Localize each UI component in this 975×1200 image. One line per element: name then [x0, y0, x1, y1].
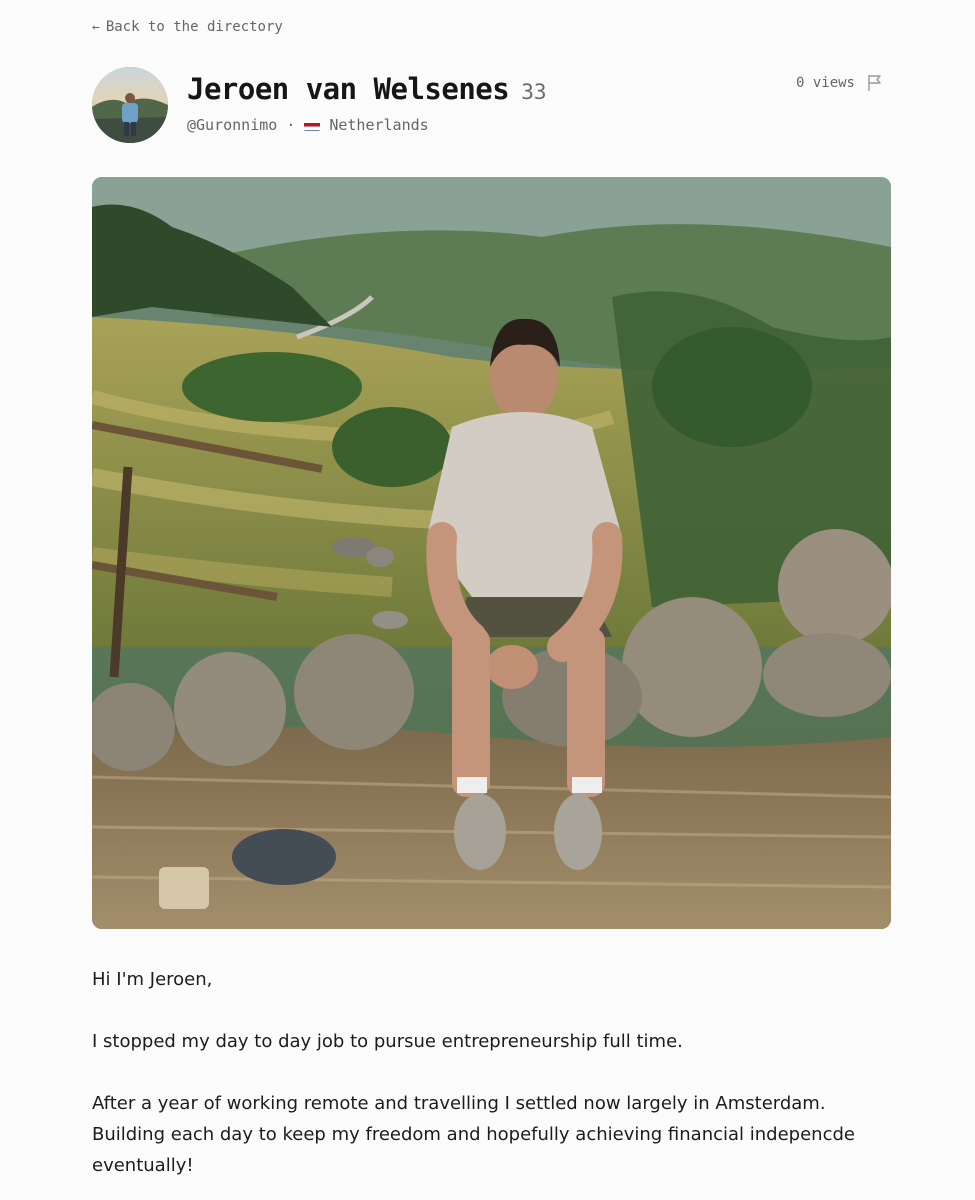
profile-handle: @Guronnimo	[187, 116, 278, 134]
profile-photo-image	[92, 177, 891, 929]
profile-country: Netherlands	[329, 116, 429, 134]
avatar-image	[92, 67, 168, 143]
arrow-left-icon: ←	[92, 19, 100, 35]
flag-icon[interactable]	[867, 74, 883, 92]
profile-header: Jeroen van Welsenes 33	[187, 72, 547, 106]
views-area: 0 views	[796, 74, 883, 92]
back-link-label: Back to the directory	[105, 19, 283, 35]
meta-separator: ·	[286, 116, 296, 134]
profile-name: Jeroen van Welsenes	[187, 72, 510, 106]
bio-paragraph: Hi I'm Jeroen,	[92, 969, 213, 990]
bio-paragraph: I stopped my day to day job to pursue en…	[92, 1031, 683, 1052]
profile-photo	[92, 177, 891, 929]
views-count: 0 views	[795, 75, 855, 91]
bio-section: Hi I'm Jeroen, I stopped my day to day j…	[92, 964, 892, 1200]
profile-age: 33	[521, 80, 547, 104]
bio-paragraph: After a year of working remote and trave…	[92, 1093, 855, 1176]
avatar	[92, 67, 168, 143]
netherlands-flag-icon	[304, 120, 321, 131]
back-to-directory-link[interactable]: ← Back to the directory	[92, 19, 283, 35]
profile-meta: @Guronnimo · Netherlands	[187, 116, 429, 134]
